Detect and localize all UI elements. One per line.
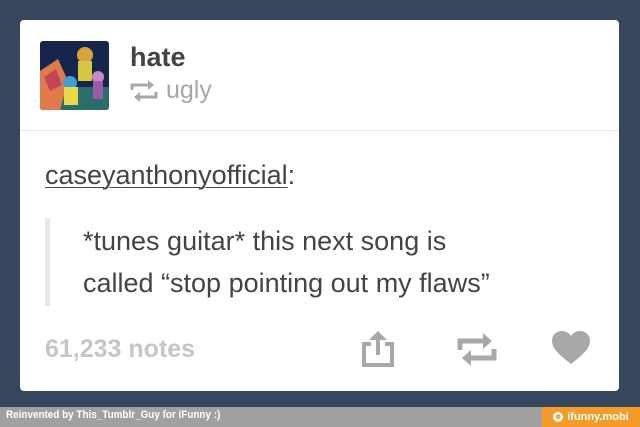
- poster-colon: :: [287, 160, 296, 190]
- smile-icon: ☻: [553, 412, 564, 422]
- brand-text: ifunny.mobi: [567, 411, 629, 423]
- quote-line-2: called “stop pointing out my flaws”: [83, 268, 490, 298]
- reblog-icon: [130, 79, 158, 102]
- heart-icon: [552, 331, 590, 364]
- share-button[interactable]: [361, 330, 395, 368]
- cartoon-avatar-icon: [40, 41, 109, 110]
- watermark-bar: Reinvented by This_Tumblr_Guy for iFunny…: [0, 407, 640, 427]
- notes-count[interactable]: 61,233 notes: [45, 335, 195, 364]
- reblogged-from-blog[interactable]: ugly: [166, 76, 212, 105]
- quote-text: *tunes guitar* this next song is called …: [83, 220, 603, 304]
- like-button[interactable]: [552, 331, 590, 365]
- poster-line: caseyanthonyofficial:: [45, 160, 295, 191]
- reblog-source-line: ugly: [130, 76, 212, 105]
- blog-name[interactable]: hate: [130, 42, 186, 73]
- reblog-icon: [457, 333, 497, 366]
- reblog-button[interactable]: [457, 333, 497, 366]
- post-card: hate ugly caseyanthonyofficial: *tunes g…: [20, 20, 619, 391]
- header-divider: [20, 130, 619, 131]
- quote-block: *tunes guitar* this next song is called …: [45, 218, 595, 306]
- credit-text: Reinvented by This_Tumblr_Guy for iFunny…: [6, 409, 221, 421]
- poster-username[interactable]: caseyanthonyofficial: [45, 160, 288, 190]
- avatar[interactable]: [40, 41, 109, 110]
- quote-line-1: *tunes guitar* this next song is: [83, 226, 447, 256]
- share-icon: [362, 331, 394, 367]
- brand-badge[interactable]: ☻ ifunny.mobi: [542, 407, 640, 427]
